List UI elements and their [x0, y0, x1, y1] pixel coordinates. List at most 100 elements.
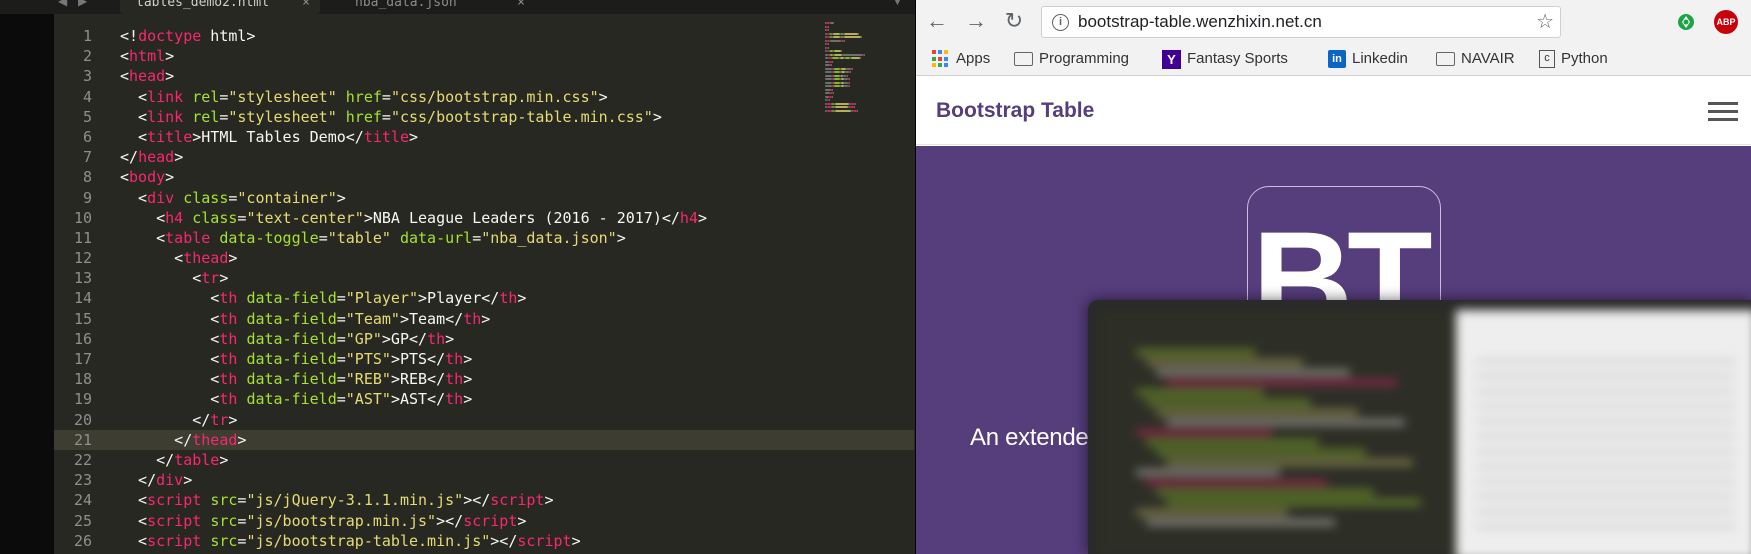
- code-line[interactable]: 14 <th data-field="Player">Player</th>: [54, 288, 914, 308]
- code-line[interactable]: 2 <html>: [54, 46, 914, 66]
- close-icon[interactable]: ×: [302, 0, 310, 14]
- code-token: tr: [201, 269, 220, 288]
- bookmark-linkedin[interactable]: in Linkedin: [1328, 42, 1408, 76]
- code-line[interactable]: 13 <tr>: [54, 268, 914, 288]
- tab-tables-demo2[interactable]: tables_demo2.html ×: [120, 0, 320, 14]
- code-token: =: [336, 309, 346, 328]
- minimap[interactable]: [825, 22, 885, 117]
- bookmark-navair[interactable]: NAVAIR: [1436, 42, 1515, 76]
- code-token: <: [120, 228, 166, 247]
- code-line[interactable]: 20 </tr>: [54, 410, 914, 430]
- code-token: >: [463, 390, 473, 409]
- code-line[interactable]: 18 <th data-field="REB">REB</th>: [54, 369, 914, 389]
- code-line[interactable]: 26 <script src="js/bootstrap-table.min.j…: [54, 531, 914, 551]
- site-brand[interactable]: Bootstrap Table: [936, 77, 1094, 145]
- code-line[interactable]: 15 <th data-field="Team">Team</th>: [54, 309, 914, 329]
- bookmark-label: Linkedin: [1352, 50, 1408, 67]
- code-line[interactable]: 10 <h4 class="text-center">NBA League Le…: [54, 208, 914, 228]
- code-token: =: [336, 350, 346, 368]
- line-number: 21: [73, 430, 92, 449]
- bookmark-fantasy-sports[interactable]: Y Fantasy Sports: [1162, 42, 1288, 76]
- code-token: =: [472, 228, 482, 247]
- bookmarks-bar: Apps Programming Y Fantasy Sports in Linke…: [916, 42, 1751, 76]
- code-token: <: [120, 531, 148, 550]
- bookmark-apps[interactable]: Apps: [932, 42, 990, 76]
- minimap-mark: [841, 50, 842, 52]
- code-token: html: [129, 47, 166, 66]
- code-editor[interactable]: ◀ ▶ tables_demo2.html × nba_data.json × …: [0, 0, 915, 554]
- blurred-table-row: [1476, 420, 1736, 423]
- line-number: 12: [73, 249, 92, 268]
- hamburger-menu-icon[interactable]: [1708, 102, 1738, 122]
- code-token: <: [120, 511, 148, 530]
- code-line[interactable]: 25 <script src="js/bootstrap.min.js"></s…: [54, 511, 914, 531]
- tab-scroll-right-icon[interactable]: ▶: [78, 0, 87, 8]
- code-line[interactable]: 7 </head>: [54, 147, 914, 167]
- minimap-mark: [828, 25, 829, 28]
- code-token: rel: [192, 87, 220, 106]
- site-info-icon[interactable]: i: [1052, 14, 1069, 31]
- code-line[interactable]: 12 <thead>: [54, 248, 914, 268]
- code-token: href: [345, 107, 382, 126]
- code-line[interactable]: 1 <!doctype html>: [54, 26, 914, 46]
- line-number: 11: [73, 228, 92, 247]
- code-line[interactable]: 4 <link rel="stylesheet" href="css/boots…: [54, 87, 914, 107]
- line-number: 18: [73, 370, 92, 389]
- close-icon[interactable]: ×: [517, 0, 525, 14]
- line-number: 24: [73, 491, 92, 510]
- pin-extension-icon[interactable]: [1674, 10, 1698, 34]
- back-icon[interactable]: ←: [924, 8, 950, 34]
- code-area[interactable]: 1 <!doctype html> 2 <html> 3 <head> 4 <link re…: [54, 26, 914, 551]
- code-token: <: [120, 289, 220, 308]
- code-token: >Team</: [399, 309, 464, 328]
- code-token: >: [517, 511, 527, 530]
- code-line[interactable]: 3 <head>: [54, 66, 914, 86]
- code-token: src: [210, 511, 238, 530]
- code-token: <: [120, 350, 220, 368]
- bookmark-star-icon[interactable]: ☆: [1536, 9, 1554, 34]
- bookmark-label: Python: [1561, 50, 1608, 67]
- line-number: 10: [73, 208, 92, 227]
- code-line[interactable]: 6 <title>HTML Tables Demo</title>: [54, 127, 914, 147]
- code-line[interactable]: 8 <body>: [54, 167, 914, 187]
- bookmark-programming[interactable]: Programming: [1014, 42, 1129, 76]
- code-token: <: [120, 127, 148, 146]
- code-token: >PTS</: [390, 350, 446, 368]
- url-text[interactable]: bootstrap-table.wenzhixin.net.cn: [1078, 7, 1322, 37]
- reload-icon[interactable]: ↻: [1001, 8, 1027, 34]
- code-line[interactable]: 17 <th data-field="PTS">PTS</th>: [54, 349, 914, 369]
- code-line[interactable]: 23 </div>: [54, 470, 914, 490]
- code-token: <: [120, 249, 184, 268]
- code-token: th: [219, 309, 238, 328]
- code-line[interactable]: 16 <th data-field="GP">GP</th>: [54, 329, 914, 349]
- code-line[interactable]: 21 </thead>: [54, 429, 914, 450]
- code-line[interactable]: 9 <div class="container">: [54, 188, 914, 208]
- forward-icon[interactable]: →: [963, 8, 989, 34]
- code-line[interactable]: 11 <table data-toggle="table" data-url="…: [54, 228, 914, 248]
- code-token: <: [120, 269, 202, 288]
- bookmark-python[interactable]: c Python: [1539, 42, 1608, 76]
- minimap-mark: [834, 50, 841, 52]
- code-token: =: [318, 228, 328, 247]
- folder-icon: [1436, 52, 1455, 67]
- tab-nba-data[interactable]: nba_data.json ×: [335, 0, 535, 14]
- adblock-plus-icon[interactable]: ABP: [1714, 10, 1738, 34]
- code-line[interactable]: 24 <script src="js/jQuery-3.1.1.min.js">…: [54, 490, 914, 510]
- blurred-code-line: [1156, 490, 1374, 495]
- code-token: =: [336, 329, 346, 348]
- minimap-mark: [850, 71, 851, 73]
- tab-dropdown-icon[interactable]: ▼: [892, 0, 903, 8]
- minimap-mark: [825, 78, 832, 80]
- code-line[interactable]: 5 <link rel="stylesheet" href="css/boots…: [54, 107, 914, 127]
- address-bar[interactable]: i bootstrap-table.wenzhixin.net.cn ☆: [1041, 6, 1561, 38]
- code-token: =: [336, 390, 346, 409]
- tab-label: nba_data.json: [355, 0, 457, 10]
- code-line[interactable]: 22 </table>: [54, 450, 914, 470]
- line-number: 13: [73, 269, 92, 288]
- code-line[interactable]: 19 <th data-field="AST">AST</th>: [54, 389, 914, 409]
- code-token: <: [120, 67, 130, 86]
- tab-scroll-left-icon[interactable]: ◀: [58, 0, 67, 8]
